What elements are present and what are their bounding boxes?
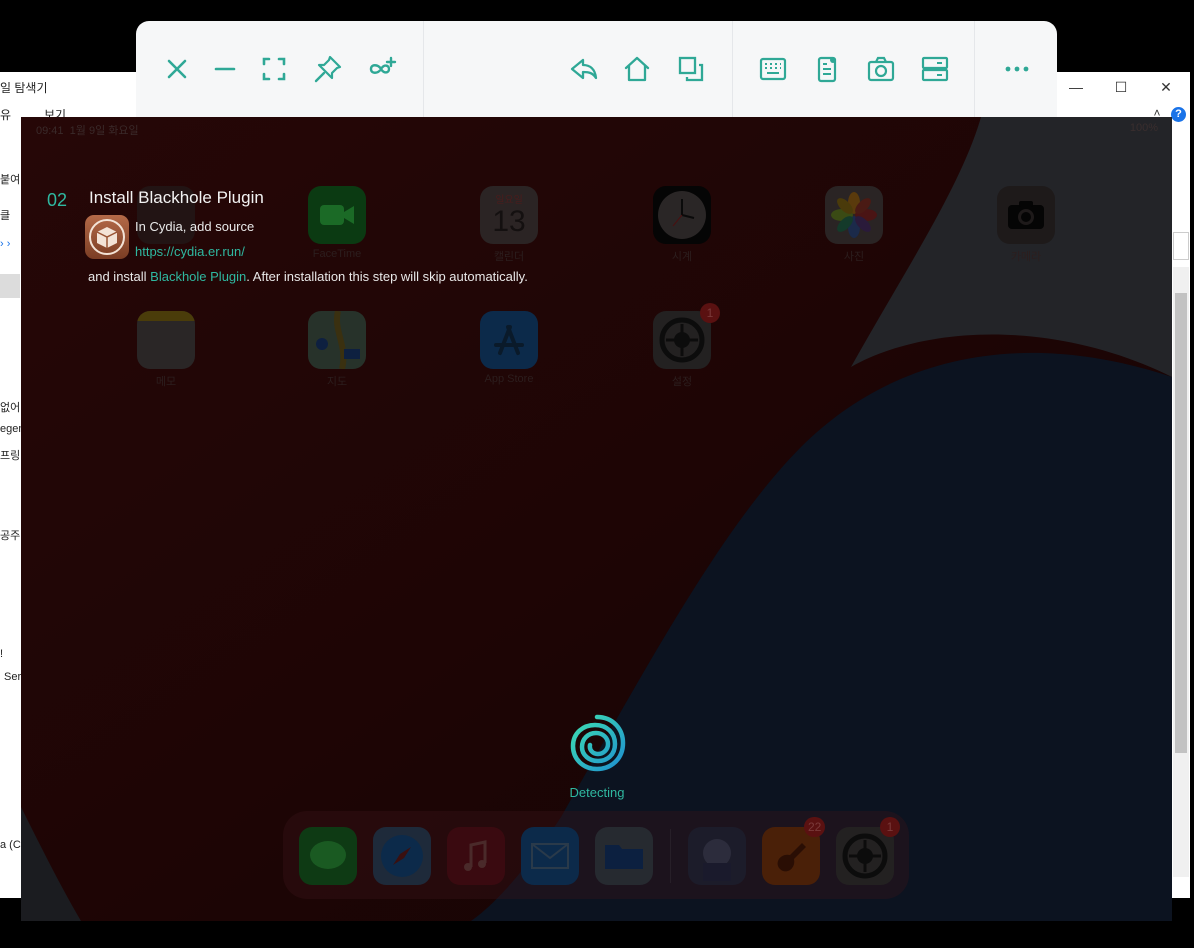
- explorer-side-text: a (C: [0, 839, 21, 851]
- explorer-close-button[interactable]: ✕: [1151, 78, 1181, 96]
- step-instruction-text: and install Blackhole Plugin. After inst…: [88, 269, 528, 284]
- toolbar-divider: [974, 21, 975, 117]
- device-mirror-screen[interactable]: 09:41 1월 9일 화요일 100% FaceTime 일요일 13 캘린더…: [21, 117, 1172, 921]
- pin-button[interactable]: [310, 51, 346, 87]
- explorer-side-text: 클: [0, 210, 11, 222]
- explorer-maximize-button[interactable]: ☐: [1106, 78, 1136, 96]
- notification-badge: 22: [804, 817, 826, 837]
- app-appstore[interactable]: App Store: [459, 311, 559, 385]
- explorer-scrollbar[interactable]: [1173, 267, 1189, 877]
- home-button[interactable]: [619, 51, 655, 87]
- more-icon: [1005, 66, 1029, 72]
- explorer-side-text: Ser: [4, 671, 22, 683]
- notification-badge: 1: [880, 817, 900, 837]
- keyboard-icon: [759, 57, 787, 81]
- explorer-side-text: !: [0, 648, 4, 660]
- explorer-search-box[interactable]: [1173, 232, 1189, 260]
- explorer-title: 일 탐색기: [0, 81, 48, 95]
- status-bar-battery: 100%: [1129, 122, 1158, 134]
- back-button[interactable]: [565, 51, 601, 87]
- close-button[interactable]: [159, 51, 195, 87]
- pin-icon: [314, 55, 342, 83]
- mail-icon[interactable]: [521, 827, 579, 885]
- photos-icon: [825, 186, 883, 244]
- explorer-side-text: 붙여: [0, 174, 21, 186]
- fullscreen-icon: [262, 57, 286, 81]
- step-instruction-text: In Cydia, add source: [135, 219, 255, 234]
- toolbar-divider: [732, 21, 733, 117]
- app-notes[interactable]: 메모: [116, 311, 216, 389]
- explorer-side-text: 공주: [0, 530, 21, 542]
- step-number: 02: [47, 190, 68, 210]
- explorer-menu-share[interactable]: 유: [0, 106, 11, 123]
- minimize-icon: [214, 67, 236, 71]
- app-facetime[interactable]: FaceTime: [287, 186, 387, 260]
- music-icon[interactable]: [447, 827, 505, 885]
- device-info-button[interactable]: [809, 51, 845, 87]
- screenshot-icon: [867, 56, 895, 82]
- notes-icon: [137, 311, 195, 369]
- infinity-plus-icon: [369, 56, 397, 74]
- app-clock[interactable]: 시계: [632, 186, 732, 264]
- app-photos[interactable]: 사진: [804, 186, 904, 264]
- game-icon[interactable]: [688, 827, 746, 885]
- app-maps[interactable]: 지도: [287, 311, 387, 389]
- status-bar-time: 09:41 1월 9일 화요일: [36, 125, 139, 137]
- appstore-icon: [480, 311, 538, 369]
- camera-icon: [997, 186, 1055, 244]
- cydia-icon: [85, 215, 129, 259]
- safari-icon[interactable]: [373, 827, 431, 885]
- detecting-label: Detecting: [569, 785, 625, 800]
- app-camera[interactable]: 카메라: [976, 186, 1076, 264]
- detecting-spinner-icon: [570, 714, 626, 772]
- files-icon[interactable]: [595, 827, 653, 885]
- step-title: Install Blackhole Plugin: [89, 188, 264, 207]
- minimize-button[interactable]: [207, 51, 243, 87]
- help-icon[interactable]: ?: [1171, 107, 1186, 122]
- explorer-minimize-button[interactable]: —: [1061, 78, 1091, 96]
- record-icon: [921, 56, 949, 82]
- nav-arrow-icon[interactable]: › ›: [0, 238, 10, 250]
- keyboard-button[interactable]: [755, 51, 791, 87]
- fullscreen-button[interactable]: [256, 51, 292, 87]
- maps-icon: [308, 311, 366, 369]
- app-calendar[interactable]: 일요일 13 캘린더: [459, 186, 559, 264]
- app-switch-icon: [678, 56, 704, 82]
- device-info-icon: [817, 56, 837, 83]
- more-button[interactable]: [999, 51, 1035, 87]
- record-button[interactable]: [917, 51, 953, 87]
- screenshot-button[interactable]: [863, 51, 899, 87]
- dock-separator: [670, 829, 671, 883]
- cydia-source-link[interactable]: https://cydia.er.run/: [135, 244, 245, 259]
- dock: 22 1: [283, 811, 909, 899]
- plugin-name-link[interactable]: Blackhole Plugin: [150, 269, 246, 284]
- app-settings[interactable]: 1 설정: [632, 303, 732, 389]
- notification-badge: 1: [700, 303, 720, 323]
- explorer-side-text: 프링: [0, 450, 21, 462]
- toolbar-divider: [423, 21, 424, 117]
- selected-nav-item[interactable]: [0, 274, 20, 298]
- clock-icon: [653, 186, 711, 244]
- close-icon: [167, 59, 187, 79]
- facetime-icon: [308, 186, 366, 244]
- messages-icon[interactable]: [299, 827, 357, 885]
- home-icon: [624, 56, 650, 82]
- mirror-toolbar: [136, 21, 1057, 117]
- app-switch-button[interactable]: [673, 51, 709, 87]
- back-icon: [570, 58, 598, 80]
- multi-device-button[interactable]: [364, 51, 400, 87]
- explorer-scroll-thumb[interactable]: [1175, 293, 1187, 753]
- calendar-icon: 일요일 13: [480, 186, 538, 244]
- explorer-side-text: 없어: [0, 402, 21, 414]
